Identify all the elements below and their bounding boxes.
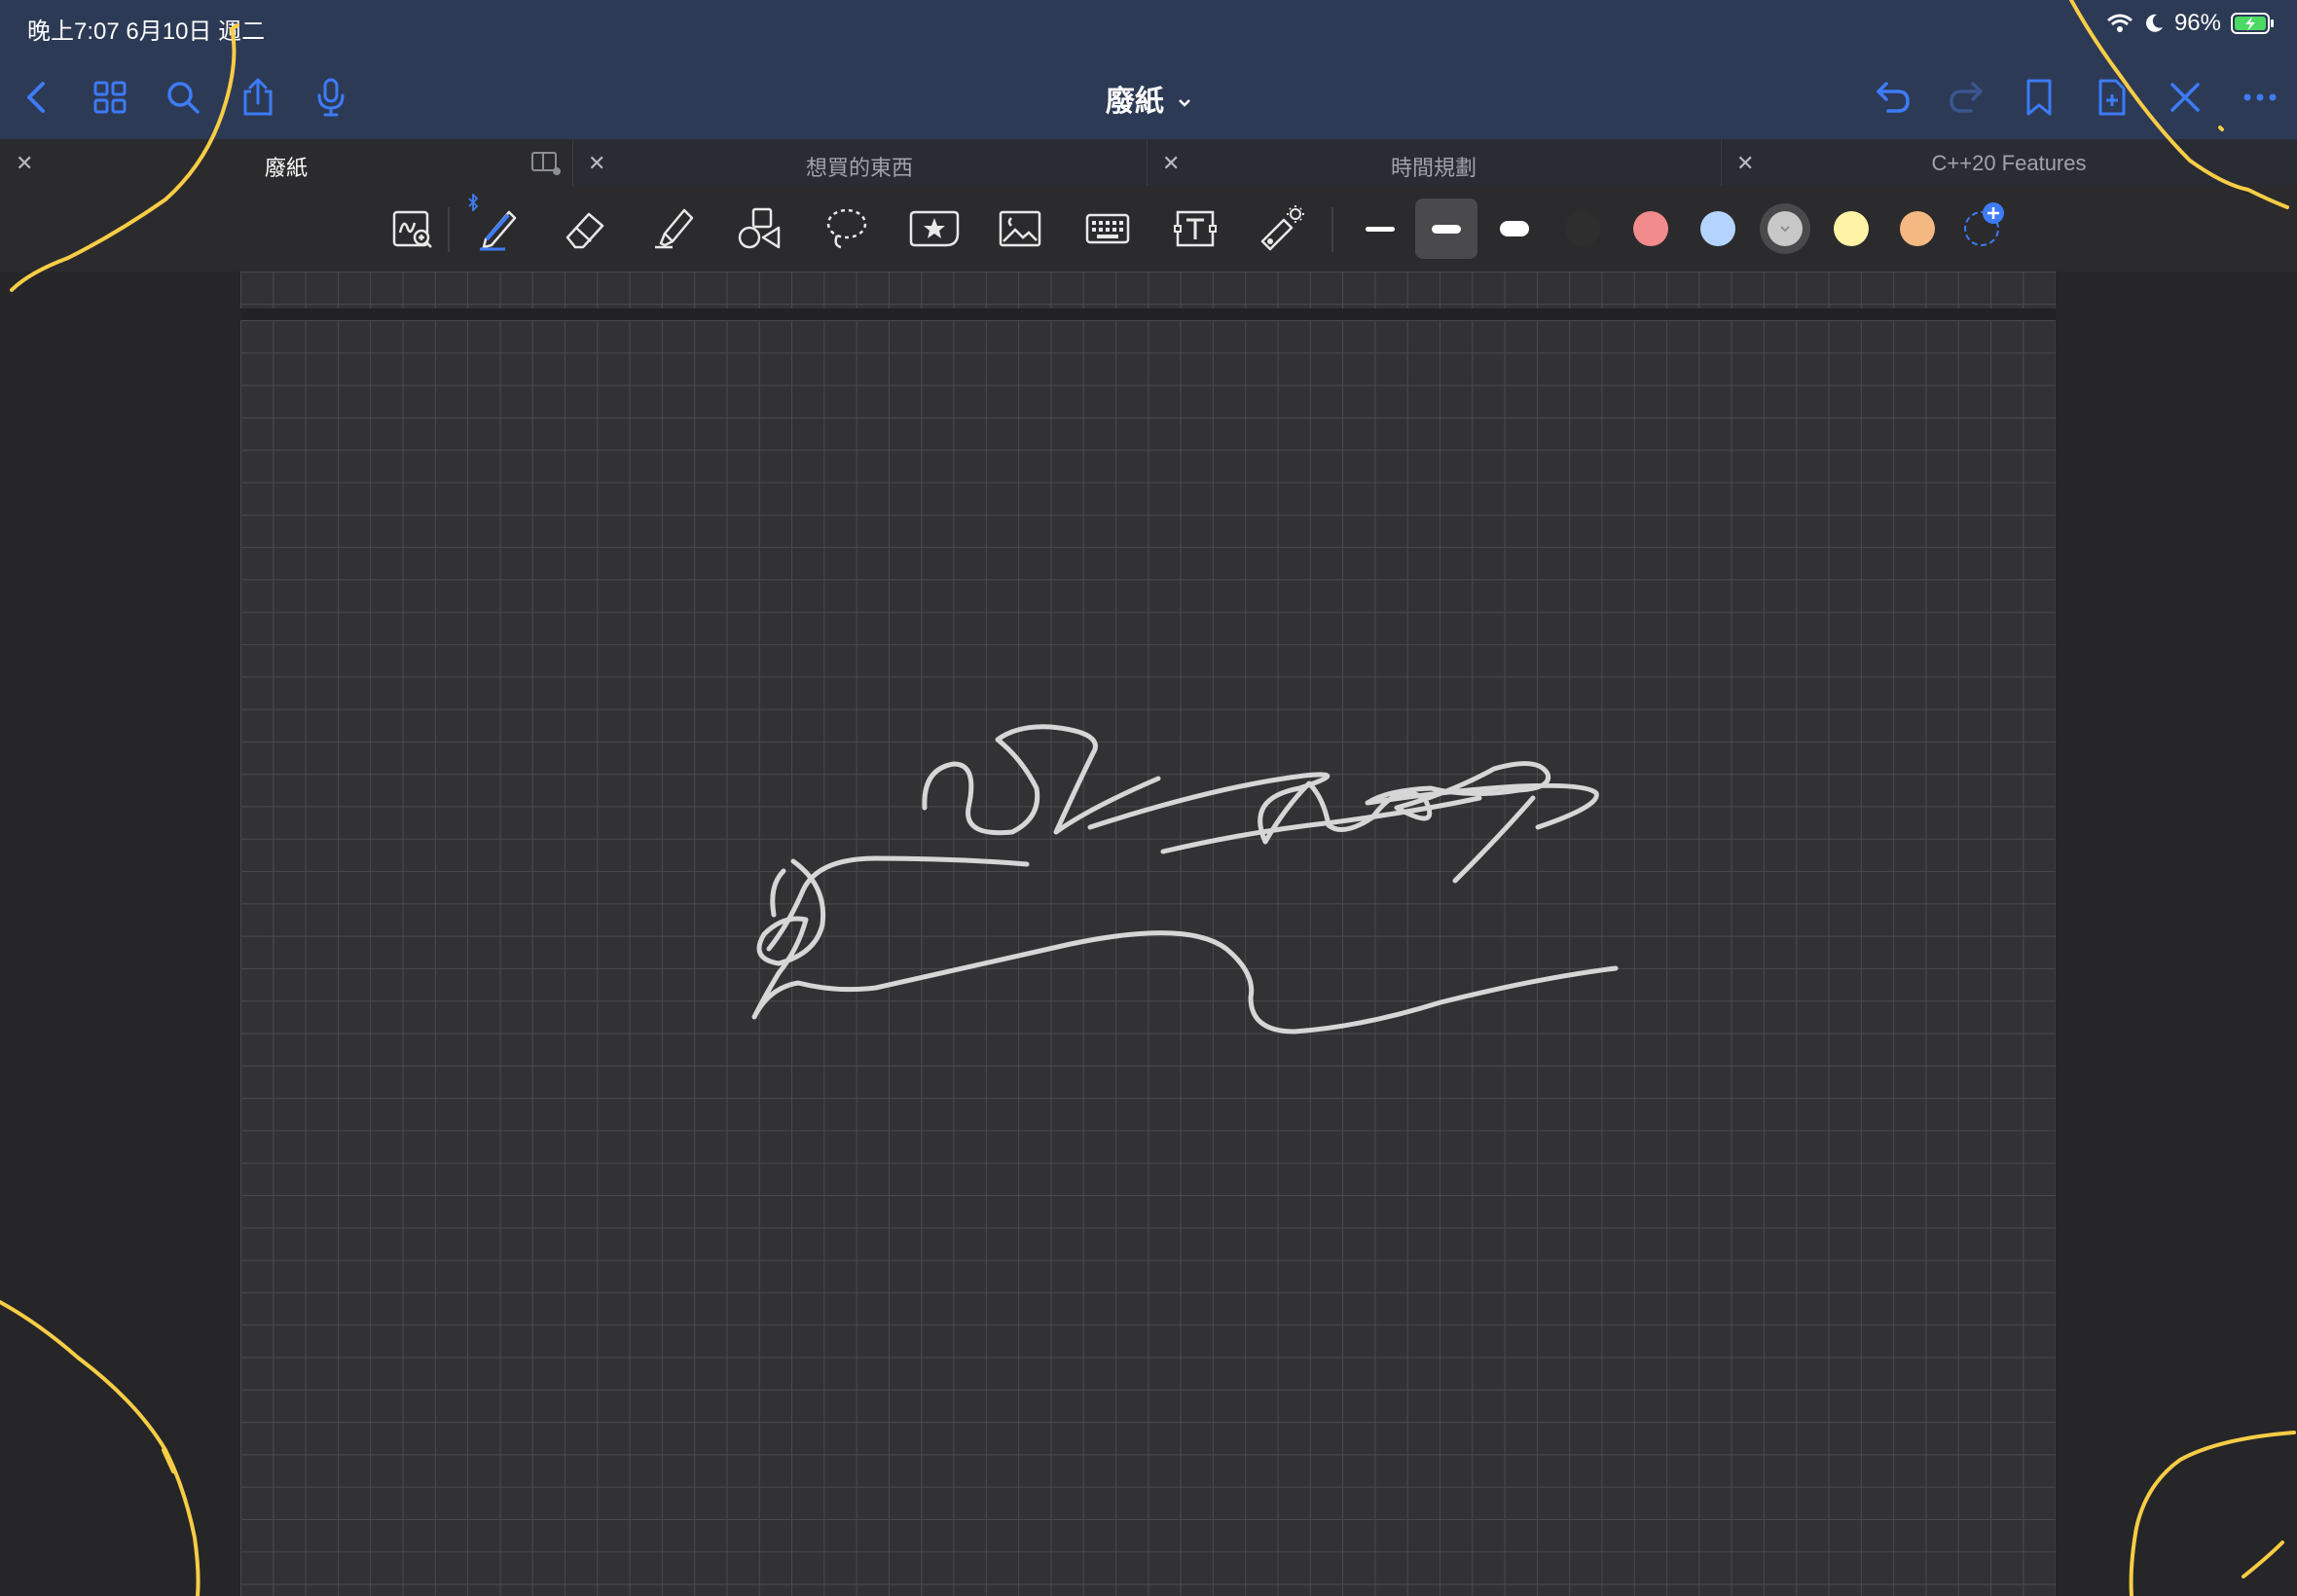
lasso-tool-button[interactable] [820, 201, 874, 256]
notebook-canvas[interactable] [240, 272, 2056, 1596]
thick-line-icon [1500, 221, 1529, 236]
keyboard-tool-button[interactable] [1080, 201, 1135, 256]
previous-page-bottom [240, 272, 2056, 308]
undo-button[interactable] [1869, 73, 1917, 122]
text-box-tool-button[interactable] [1168, 201, 1222, 256]
thin-line-icon [1366, 226, 1395, 232]
color-swatch-red[interactable] [1633, 211, 1668, 246]
tab-bar: ✕ 廢紙 ✕ 想買的東西 ✕ 時間規劃 ✕ C++20 Features [0, 139, 2297, 186]
chevron-down-icon [1179, 99, 1191, 107]
tool-bar [0, 186, 2297, 272]
undo-icon [1877, 82, 1910, 113]
microphone-icon [317, 78, 345, 117]
bookmark-button[interactable] [2015, 73, 2063, 122]
text-box-icon [1174, 210, 1217, 247]
battery-charging-icon [2231, 12, 2276, 35]
tab-label: 廢紙 [264, 156, 308, 180]
laser-pointer-tool-button[interactable] [1254, 201, 1308, 256]
color-swatch-gray-selected[interactable] [1760, 203, 1810, 254]
battery-percent: 96% [2173, 10, 2221, 36]
status-bar: 晚上7:07 6月10日 週二 96% [0, 0, 2297, 54]
chevron-down-icon [1780, 226, 1790, 233]
page-plus-icon [2098, 79, 2126, 116]
bluetooth-icon [468, 194, 479, 211]
split-view-icon[interactable] [530, 149, 562, 176]
toolbar-divider [448, 207, 450, 252]
plus-icon [1983, 202, 2004, 224]
medium-line-icon [1432, 224, 1461, 234]
eraser-icon [565, 212, 604, 249]
image-icon [999, 210, 1041, 247]
shapes-icon [738, 207, 781, 249]
color-swatch-orange[interactable] [1900, 211, 1935, 246]
search-button[interactable] [159, 73, 207, 122]
redo-icon [1950, 82, 1983, 113]
tab-1[interactable]: ✕ 想買的東西 [572, 139, 1148, 186]
keyboard-icon [1085, 213, 1130, 244]
document-title-menu[interactable]: 廢紙 [1106, 86, 1191, 118]
shapes-tool-button[interactable] [732, 201, 786, 256]
nav-bar: 廢紙 [0, 54, 2297, 139]
tab-2[interactable]: ✕ 時間規劃 [1147, 139, 1722, 186]
search-icon [167, 82, 200, 114]
tab-3[interactable]: ✕ C++20 Features [1721, 139, 2297, 186]
highlighter-tool-button[interactable] [646, 201, 701, 256]
dictation-button[interactable] [307, 73, 355, 122]
pen-tool-button[interactable] [468, 194, 526, 256]
more-button[interactable] [2236, 73, 2284, 122]
grid-page[interactable] [240, 320, 2056, 1596]
color-swatch-yellow[interactable] [1834, 211, 1869, 246]
stroke-width-thin[interactable] [1353, 201, 1407, 256]
grid-icon [93, 81, 127, 114]
wifi-icon [2106, 13, 2133, 34]
highlighter-icon [655, 208, 694, 249]
moon-icon [2143, 13, 2165, 34]
pen-cross-icon [2170, 83, 2200, 112]
toolbar-divider [1331, 207, 1333, 252]
selected-color-dot [1768, 211, 1803, 246]
document-title: 廢紙 [1105, 86, 1164, 118]
lasso-icon [826, 208, 867, 249]
ellipsis-icon [2243, 93, 2277, 101]
laser-pointer-icon [1260, 205, 1304, 251]
stroke-width-thick[interactable] [1487, 201, 1542, 256]
redo-button[interactable] [1942, 73, 1990, 122]
back-button[interactable] [12, 73, 60, 122]
status-right: 96% [2106, 10, 2276, 37]
tab-label: 時間規劃 [1390, 156, 1477, 180]
sticker-icon [909, 210, 960, 247]
stroke-width-medium[interactable] [1415, 199, 1477, 259]
share-button[interactable] [234, 73, 282, 122]
thumbnails-button[interactable] [86, 73, 134, 122]
tab-label: C++20 Features [1931, 151, 2087, 175]
zoom-window-icon [392, 210, 432, 248]
page-gap [240, 308, 2056, 320]
tab-0[interactable]: ✕ 廢紙 [0, 139, 573, 186]
add-page-button[interactable] [2088, 73, 2136, 122]
zoom-window-button[interactable] [385, 201, 440, 256]
sticker-tool-button[interactable] [907, 201, 962, 256]
bookmark-icon [2026, 79, 2052, 116]
image-tool-button[interactable] [993, 201, 1047, 256]
color-swatch-blue[interactable] [1700, 211, 1735, 246]
color-swatch-black[interactable] [1565, 211, 1600, 246]
share-icon [243, 78, 273, 116]
chevron-left-icon [27, 82, 45, 113]
eraser-tool-button[interactable] [557, 201, 611, 256]
status-time-date: 晚上7:07 6月10日 週二 [27, 18, 266, 45]
tab-label: 想買的東西 [805, 156, 913, 180]
add-color-button[interactable] [1964, 202, 2004, 246]
close-toolbar-button[interactable] [2161, 73, 2209, 122]
pen-icon [480, 210, 517, 251]
